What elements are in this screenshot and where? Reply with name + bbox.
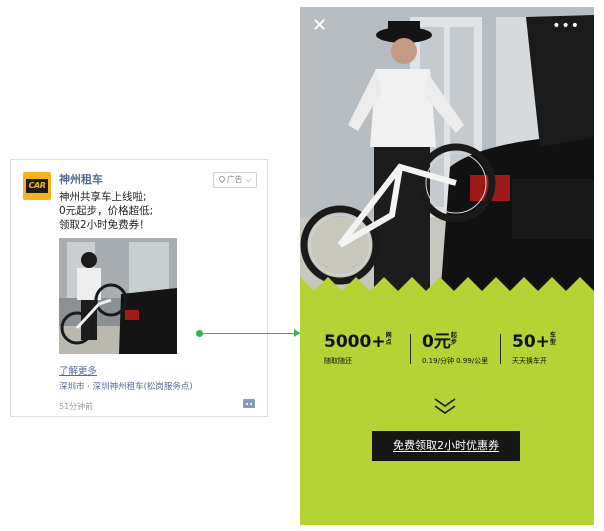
stat-caption: 天天换车开: [512, 357, 547, 365]
location-pin-icon: [217, 174, 226, 184]
stat-divider: [410, 334, 411, 364]
claim-coupon-button[interactable]: 免费领取2小时优惠券: [372, 431, 520, 461]
ad-photo[interactable]: [59, 238, 177, 354]
stat-value: 0元: [422, 332, 451, 352]
ad-photo-illustration: [59, 238, 177, 354]
post-time: 51分钟前: [59, 402, 94, 411]
ad-tag-button[interactable]: 广告 ⌵: [213, 172, 257, 188]
more-icon[interactable]: •••: [552, 19, 580, 33]
ad-copy-line: 领取2小时免费券！: [59, 219, 150, 231]
stats-row: 5000+网点 随取随还 0元起步 0.19/分钟 0.99/公里 50+车型 …: [300, 332, 594, 372]
brand-logo-text: CAR: [26, 179, 48, 193]
hero-illustration: [300, 7, 594, 299]
stat-price: 0元起步 0.19/分钟 0.99/公里: [422, 332, 488, 366]
double-chevron-down-icon: [434, 398, 456, 414]
stat-models: 50+车型 天天换车开: [512, 332, 560, 366]
location-link[interactable]: 深圳市 · 深圳神州租车(松岗服务点): [59, 380, 193, 392]
comment-icon[interactable]: [243, 399, 255, 408]
stat-caption: 随取随还: [324, 357, 352, 365]
landing-page: ✕ ••• 5000+网点 随取随还 0元起步 0.19/分钟 0.99/公里 …: [300, 7, 594, 525]
stat-divider: [500, 334, 501, 364]
ad-tag-label: 广告: [226, 175, 243, 184]
brand-logo[interactable]: CAR: [23, 172, 51, 200]
stat-suffix: 起步: [450, 332, 457, 346]
stat-value: 5000+: [324, 332, 386, 352]
moments-ad-card[interactable]: CAR 神州租车 广告 ⌵ 神州共享车上线啦; 0元起步，价格超低; 领取2小时…: [10, 159, 268, 417]
stat-value: 50+: [512, 332, 550, 352]
stat-suffix: 网点: [385, 332, 392, 346]
close-icon[interactable]: ✕: [312, 17, 327, 35]
hero-image: ✕ •••: [300, 7, 594, 299]
stat-suffix: 车型: [549, 332, 556, 346]
ad-copy-line: 0元起步，价格超低;: [59, 205, 154, 217]
stat-outlets: 5000+网点 随取随还: [324, 332, 396, 366]
connector-line: [200, 333, 300, 334]
ad-copy-line: 神州共享车上线啦;: [59, 191, 147, 203]
stat-caption: 0.19/分钟 0.99/公里: [422, 357, 489, 365]
brand-name[interactable]: 神州租车: [59, 171, 103, 187]
learn-more-link[interactable]: 了解更多: [59, 363, 97, 377]
ad-copy: 神州共享车上线啦; 0元起步，价格超低; 领取2小时免费券！: [59, 190, 259, 232]
